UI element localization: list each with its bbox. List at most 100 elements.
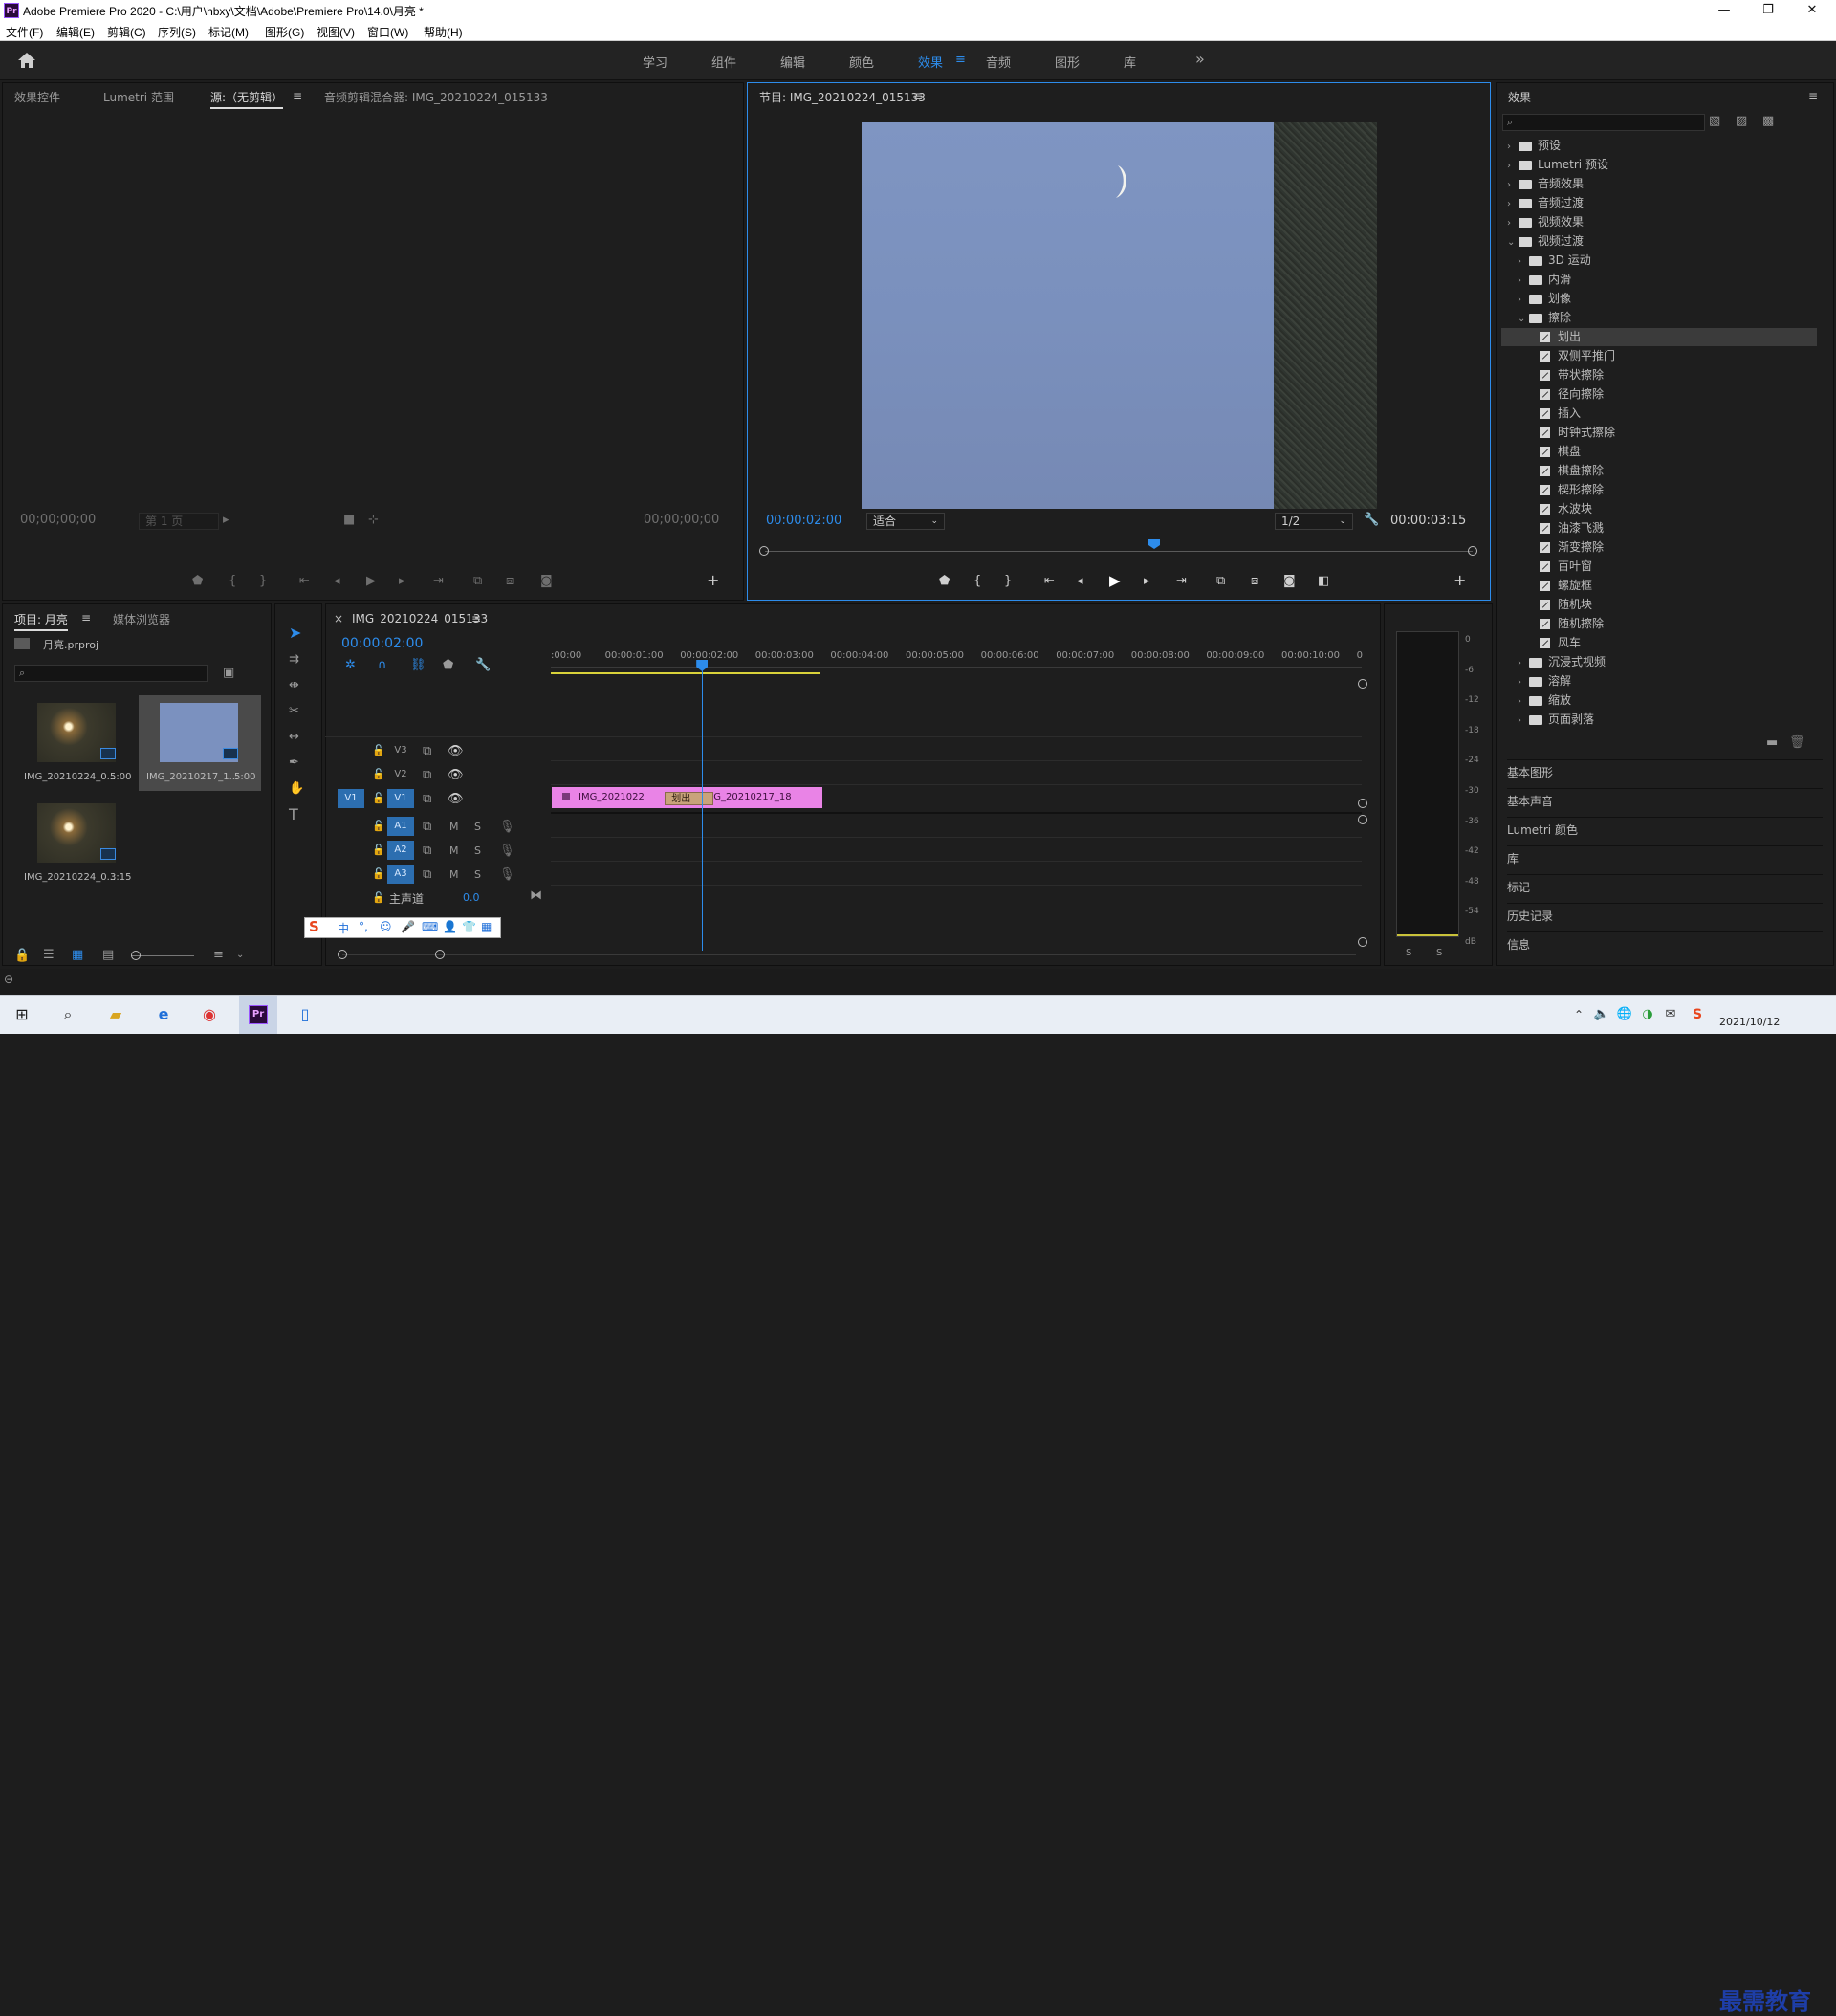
ime-toolbox-icon[interactable]: ▦ <box>481 920 492 933</box>
effect-folder[interactable]: ⌄ 擦除 <box>1501 309 1817 327</box>
lock-track-icon[interactable]: 🔓 <box>372 744 385 756</box>
step-forward-icon[interactable]: ▸ <box>399 574 405 589</box>
pen-tool-icon[interactable]: ✒ <box>289 756 299 771</box>
safe-margins-icon[interactable]: ⊹ <box>368 513 379 528</box>
track-v2-label[interactable]: V2 <box>387 765 414 784</box>
sogou-tray-icon[interactable]: S <box>1685 1003 1710 1026</box>
add-button-icon[interactable]: + <box>1454 573 1466 588</box>
delete-icon[interactable]: 🗑 <box>1789 735 1805 751</box>
timeline-playhead-line[interactable] <box>702 669 704 951</box>
ime-toolbar[interactable]: S 中 °, ☺ 🎤 ⌨ 👤 👕 ▦ <box>304 917 501 938</box>
freeform-view-icon[interactable]: ▤ <box>102 948 114 963</box>
workspace-color[interactable]: 颜色 <box>849 53 874 71</box>
tray-chevron-icon[interactable]: ⌃ <box>1566 1003 1591 1026</box>
tab-audio-clip-mixer[interactable]: 音频剪辑混合器: IMG_20210224_015133 <box>324 89 548 105</box>
effect-item[interactable]: 风车 <box>1501 634 1817 652</box>
effect-folder[interactable]: › 缩放 <box>1501 691 1817 710</box>
go-to-in-icon[interactable]: ⇤ <box>1044 574 1055 589</box>
vertical-zoom-handle[interactable] <box>1358 937 1367 947</box>
voice-over-mic-icon[interactable]: 🎙 <box>499 820 515 835</box>
effect-folder[interactable]: › 音频过渡 <box>1501 194 1817 212</box>
yuv-effects-icon[interactable]: ▩ <box>1762 114 1774 129</box>
track-a1-label[interactable]: A1 <box>387 817 414 836</box>
effect-folder[interactable]: › 预设 <box>1501 137 1817 155</box>
chevron-right-icon[interactable]: › <box>1518 692 1529 711</box>
workspace-editing[interactable]: 编辑 <box>780 53 805 71</box>
menu-help[interactable]: 帮助(H) <box>424 24 463 40</box>
effect-item[interactable]: 百叶窗 <box>1501 558 1817 576</box>
effect-folder[interactable]: › 内滑 <box>1501 271 1817 289</box>
effects-menu-icon[interactable]: ≡ <box>1808 89 1818 102</box>
accelerated-effects-icon[interactable]: ▧ <box>1709 114 1720 129</box>
effect-folder[interactable]: › 音频效果 <box>1501 175 1817 193</box>
tab-lumetri-scopes[interactable]: Lumetri 范围 <box>103 89 174 105</box>
collapsed-panel-header[interactable]: 基本图形 <box>1507 759 1823 785</box>
effect-folder[interactable]: › 沉浸式视频 <box>1501 653 1817 671</box>
lock-track-icon[interactable]: 🔓 <box>372 792 385 804</box>
ime-keyboard-icon[interactable]: ⌨ <box>422 920 438 933</box>
vertical-zoom-handle[interactable] <box>1358 815 1367 824</box>
voice-over-mic-icon[interactable]: 🎙 <box>499 844 515 859</box>
chrome-browser-icon[interactable]: ◉ <box>197 1003 222 1026</box>
ime-chinese-mode[interactable]: 中 <box>338 920 349 936</box>
sort-chevron-icon[interactable]: ⌄ <box>236 948 244 963</box>
menu-view[interactable]: 视图(V) <box>317 24 355 40</box>
effect-item[interactable]: 水波块 <box>1501 500 1817 518</box>
selection-tool-icon[interactable]: ➤ <box>289 625 301 641</box>
lift-icon[interactable]: ⧉ <box>1216 574 1225 589</box>
effect-item[interactable]: 插入 <box>1501 405 1817 423</box>
home-icon[interactable] <box>17 52 36 69</box>
add-marker-icon[interactable]: ⬟ <box>443 658 453 673</box>
effect-item[interactable]: 楔形擦除 <box>1501 481 1817 499</box>
effect-item[interactable]: 划出 <box>1501 328 1817 346</box>
source-page-dropdown[interactable]: 第 1 页 <box>139 513 219 530</box>
effect-item[interactable]: 棋盘 <box>1501 443 1817 461</box>
meter-solo-right[interactable]: S <box>1436 948 1442 958</box>
menu-file[interactable]: 文件(F) <box>6 24 43 40</box>
security-icon[interactable]: ◑ <box>1635 1003 1660 1026</box>
play-triangle-icon[interactable]: ▸ <box>223 513 230 528</box>
voice-over-mic-icon[interactable]: 🎙 <box>499 867 515 883</box>
project-search-input[interactable]: ⌕ <box>14 665 208 682</box>
sequence-menu-icon[interactable]: ≡ <box>471 612 481 625</box>
taskbar-date[interactable]: 2021/10/12 <box>1719 1016 1780 1028</box>
tab-project[interactable]: 项目: 月亮 <box>14 611 68 631</box>
toggle-output-eye-icon[interactable]: 👁 <box>448 768 464 783</box>
horizontal-scrollbar[interactable] <box>342 954 1356 955</box>
effect-item[interactable]: 随机擦除 <box>1501 615 1817 633</box>
effect-item[interactable]: 时钟式擦除 <box>1501 424 1817 442</box>
export-frame-icon[interactable]: ◙ <box>1283 574 1296 589</box>
chevron-right-icon[interactable]: › <box>1518 654 1529 672</box>
effect-item[interactable]: 带状擦除 <box>1501 366 1817 384</box>
effects-title[interactable]: 效果 <box>1508 89 1531 105</box>
tablet-app-icon[interactable]: ▯ <box>293 1003 317 1026</box>
tab-media-browser[interactable]: 媒体浏览器 <box>113 611 170 627</box>
hand-tool-icon[interactable]: ✋ <box>289 781 304 797</box>
nest-sequence-icon[interactable]: ✲ <box>345 658 356 673</box>
workspace-overflow-icon[interactable]: » <box>1195 50 1205 68</box>
chevron-right-icon[interactable]: › <box>1518 291 1529 309</box>
insert-icon[interactable]: ⧉ <box>473 574 482 589</box>
minimize-button[interactable]: — <box>1702 0 1746 21</box>
collapsed-panel-header[interactable]: 历史记录 <box>1507 903 1823 929</box>
chevron-right-icon[interactable]: › <box>1507 195 1519 213</box>
track-select-tool-icon[interactable]: ⇉ <box>289 652 299 668</box>
menu-edit[interactable]: 编辑(E) <box>56 24 95 40</box>
mute-button[interactable]: M <box>449 844 459 859</box>
v1-clip[interactable]: IMG_2021022 <box>552 787 676 808</box>
workspace-libraries[interactable]: 库 <box>1124 53 1136 71</box>
menu-markers[interactable]: 标记(M) <box>208 24 249 40</box>
zoom-handle-right[interactable] <box>1468 546 1477 556</box>
collapsed-panel-header[interactable]: Lumetri 颜色 <box>1507 817 1823 843</box>
chevron-right-icon[interactable]: › <box>1518 712 1529 730</box>
add-button-icon[interactable]: + <box>707 573 719 588</box>
ime-skin-icon[interactable]: 👕 <box>462 920 476 933</box>
project-menu-icon[interactable]: ≡ <box>81 611 91 625</box>
source-timecode-in[interactable]: 00;00;00;00 <box>20 513 96 527</box>
export-frame-icon[interactable]: ◙ <box>540 574 553 589</box>
sequence-tab[interactable]: IMG_20210224_015133 <box>352 612 488 625</box>
linked-selection-icon[interactable]: ⛓ <box>410 658 426 673</box>
effect-folder[interactable]: ⌄ 视频过渡 <box>1501 232 1817 251</box>
horizontal-zoom-handle-left[interactable] <box>338 950 347 959</box>
go-to-out-icon[interactable]: ⇥ <box>433 574 444 589</box>
